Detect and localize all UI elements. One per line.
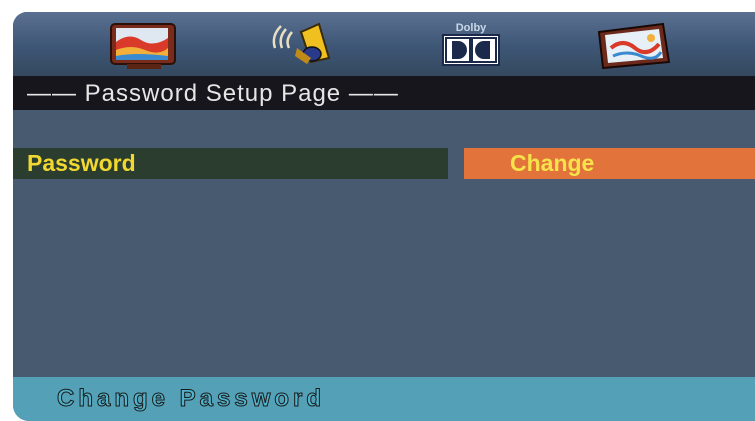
password-change-label: Change	[510, 150, 595, 176]
password-change-option[interactable]: Change	[464, 148, 755, 179]
page-title-bar: —— Password Setup Page ——	[13, 76, 755, 110]
svg-text:Dolby: Dolby	[456, 22, 487, 34]
page-title: —— Password Setup Page ——	[27, 80, 399, 107]
audio-speaker-icon	[272, 22, 331, 64]
general-setup-tv-icon	[110, 23, 176, 69]
tab-preference-setup[interactable]	[593, 18, 675, 72]
osd-screen: Dolby —— Password Setup Page —— Password	[13, 12, 755, 421]
tab-audio-setup[interactable]	[267, 18, 347, 72]
menu-tab-bar: Dolby	[13, 12, 755, 77]
password-label: Password	[27, 150, 136, 176]
preference-picture-icon	[597, 22, 671, 70]
status-text: Change Password	[56, 385, 326, 413]
status-bar: Change Password	[13, 377, 755, 421]
password-setting-row[interactable]: Password	[13, 148, 448, 179]
dolby-icon: Dolby	[442, 22, 500, 66]
tab-general-setup[interactable]	[105, 18, 185, 72]
tab-dolby-setup[interactable]: Dolby	[431, 18, 511, 72]
